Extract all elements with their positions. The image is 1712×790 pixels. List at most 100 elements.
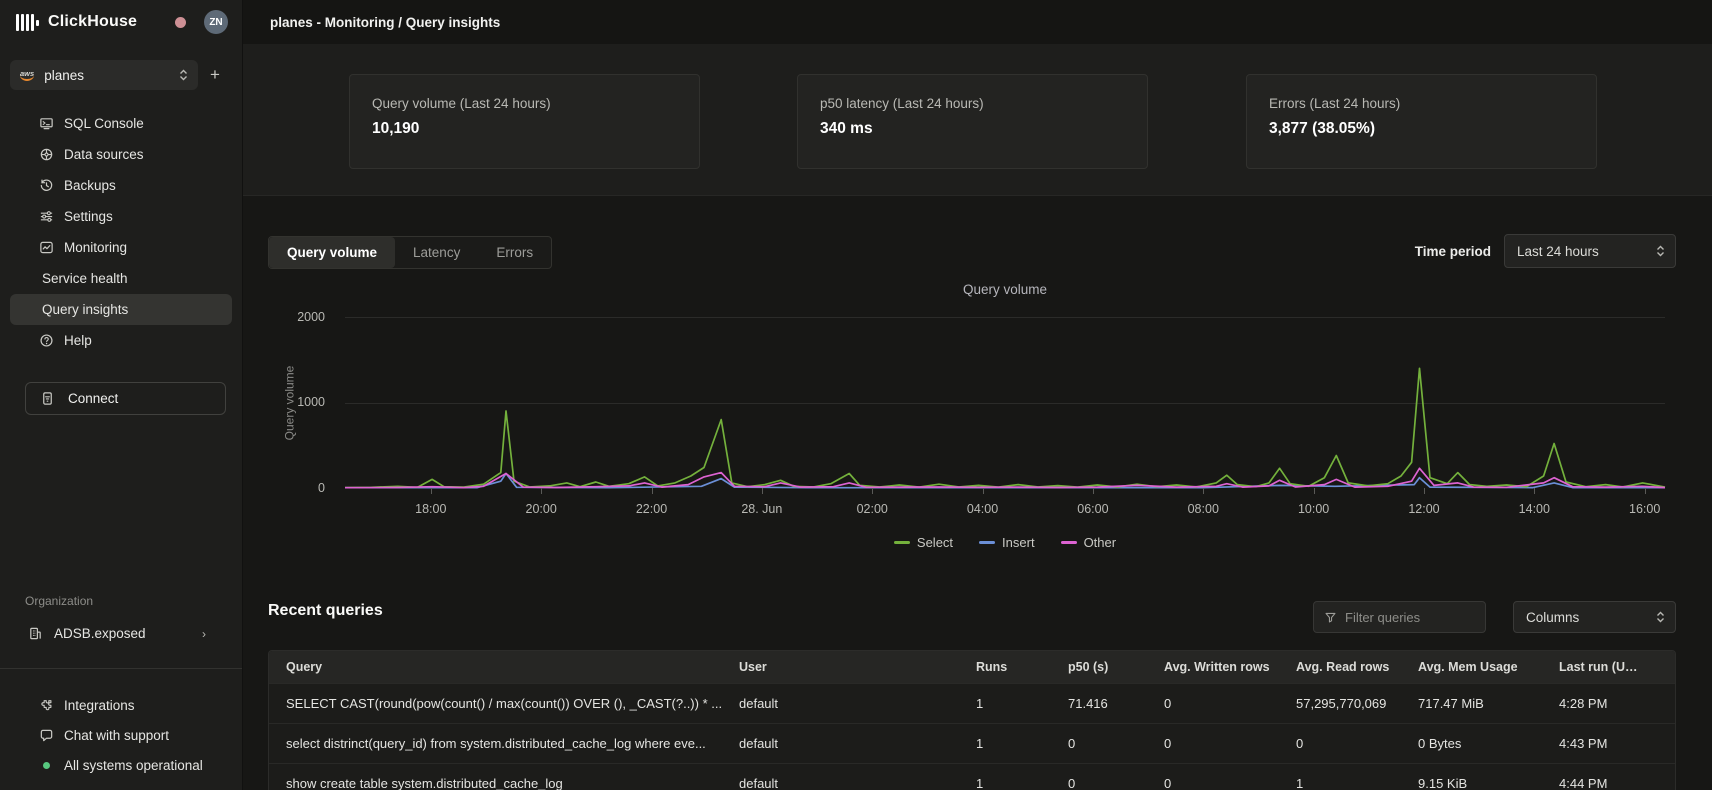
x-tick-mark bbox=[1093, 488, 1094, 494]
cell-written: 0 bbox=[1164, 736, 1296, 751]
filter-queries-input[interactable] bbox=[1345, 610, 1475, 625]
cell-written: 0 bbox=[1164, 776, 1296, 790]
column-header-last-run-utc[interactable]: Last run (UTC)⌃ bbox=[1559, 660, 1658, 674]
time-period-select[interactable]: Last 24 hours bbox=[1504, 234, 1676, 268]
tab-errors[interactable]: Errors bbox=[478, 237, 551, 268]
cell-user: default bbox=[739, 696, 976, 711]
table-row[interactable]: show create table system.distributed_cac… bbox=[269, 763, 1675, 790]
chart-tabs: Query volumeLatencyErrors bbox=[268, 236, 552, 269]
service-name: planes bbox=[44, 68, 179, 83]
x-tick-mark bbox=[431, 488, 432, 494]
x-tick-mark bbox=[1424, 488, 1425, 494]
cell-runs: 1 bbox=[976, 696, 1068, 711]
cell-user: default bbox=[739, 776, 976, 790]
sidebar-item-help[interactable]: Help bbox=[10, 325, 232, 356]
aws-icon: aws bbox=[20, 69, 34, 81]
sidebar-item-settings[interactable]: Settings bbox=[10, 201, 232, 232]
sidebar-menu: SQL Console Data sourcesBackupsSettingsMo… bbox=[0, 108, 242, 356]
service-selector[interactable]: aws planes bbox=[10, 60, 198, 90]
integrations-icon bbox=[38, 697, 54, 713]
column-header-user[interactable]: User bbox=[739, 660, 976, 674]
sidebar-item-label: SQL Console bbox=[64, 116, 144, 131]
x-tick-mark bbox=[1314, 488, 1315, 494]
legend-item-select[interactable]: Select bbox=[894, 535, 953, 550]
table-row[interactable]: SELECT CAST(round(pow(count() / max(coun… bbox=[269, 683, 1675, 723]
columns-select[interactable]: Columns bbox=[1513, 601, 1676, 633]
sidebar-item-backups[interactable]: Backups bbox=[10, 170, 232, 201]
main-area: planes - Monitoring / Query insights Que… bbox=[243, 0, 1712, 790]
tab-query-volume[interactable]: Query volume bbox=[269, 237, 395, 268]
x-tick-label: 28. Jun bbox=[741, 502, 782, 516]
stat-card-value: 340 ms bbox=[820, 120, 1125, 138]
cell-last_run: 4:43 PM bbox=[1559, 736, 1658, 751]
cell-mem: 717.47 MiB bbox=[1418, 696, 1559, 711]
x-tick-label: 06:00 bbox=[1077, 502, 1108, 516]
filter-queries-box[interactable] bbox=[1313, 601, 1486, 633]
cell-last_run: 4:44 PM bbox=[1559, 776, 1658, 790]
sidebar-item-data-sources[interactable]: Data sources bbox=[10, 139, 232, 170]
column-header-runs[interactable]: Runs bbox=[976, 660, 1068, 674]
table-header-row: QueryUserRunsp50 (s)Avg. Written rowsAvg… bbox=[269, 651, 1675, 683]
x-tick-mark bbox=[1203, 488, 1204, 494]
sidebar-item-sql-console[interactable]: SQL Console bbox=[10, 108, 232, 139]
cell-read: 0 bbox=[1296, 736, 1418, 751]
series-line-other bbox=[345, 468, 1665, 487]
recent-queries-table: QueryUserRunsp50 (s)Avg. Written rowsAvg… bbox=[268, 650, 1676, 790]
stat-card-1: p50 latency (Last 24 hours)340 ms bbox=[797, 74, 1148, 169]
filter-funnel-icon bbox=[1324, 611, 1337, 624]
sidebar-footer-item-integrations[interactable]: Integrations bbox=[10, 690, 232, 720]
legend-item-other[interactable]: Other bbox=[1061, 535, 1117, 550]
sidebar-item-label: Service health bbox=[42, 271, 128, 286]
x-tick-mark bbox=[1645, 488, 1646, 494]
connect-icon bbox=[40, 391, 56, 407]
organization-switcher[interactable]: ADSB.exposed › bbox=[10, 618, 232, 649]
sidebar-footer-label: Chat with support bbox=[64, 728, 169, 743]
column-header-query[interactable]: Query bbox=[286, 660, 739, 674]
x-tick-label: 10:00 bbox=[1298, 502, 1329, 516]
legend-item-insert[interactable]: Insert bbox=[979, 535, 1035, 550]
building-icon bbox=[28, 626, 44, 642]
cell-query: SELECT CAST(round(pow(count() / max(coun… bbox=[286, 696, 739, 711]
x-tick-label: 18:00 bbox=[415, 502, 446, 516]
legend-label: Select bbox=[917, 535, 953, 550]
brand-row: ClickHouse ZN bbox=[0, 0, 242, 44]
x-tick-mark bbox=[762, 488, 763, 494]
organization-name: ADSB.exposed bbox=[54, 626, 146, 641]
sidebar-item-query-insights[interactable]: Query insights bbox=[10, 294, 232, 325]
columns-label: Columns bbox=[1526, 610, 1579, 625]
app-window: ClickHouse ZN aws planes + SQL Console Da… bbox=[0, 0, 1712, 790]
add-service-button[interactable]: + bbox=[198, 65, 232, 85]
tab-latency[interactable]: Latency bbox=[395, 237, 478, 268]
stat-card-2: Errors (Last 24 hours)3,877 (38.05%) bbox=[1246, 74, 1597, 169]
table-row[interactable]: select distrinct(query_id) from system.d… bbox=[269, 723, 1675, 763]
column-header-avg-mem-usage[interactable]: Avg. Mem Usage bbox=[1418, 660, 1559, 674]
sidebar-item-service-health[interactable]: Service health bbox=[10, 263, 232, 294]
avatar[interactable]: ZN bbox=[204, 10, 228, 34]
query-volume-chart[interactable]: 18:0020:0022:0028. Jun02:0004:0006:0008:… bbox=[345, 317, 1665, 488]
brand-name: ClickHouse bbox=[48, 13, 175, 31]
chat-icon bbox=[38, 727, 54, 743]
column-header-p50-s[interactable]: p50 (s) bbox=[1068, 660, 1164, 674]
breadcrumb: planes - Monitoring / Query insights bbox=[270, 15, 500, 30]
cell-runs: 1 bbox=[976, 776, 1068, 790]
sidebar-footer-item-all-systems-operational[interactable]: All systems operational bbox=[10, 750, 232, 780]
sidebar-footer-item-chat-with-support[interactable]: Chat with support bbox=[10, 720, 232, 750]
clickhouse-logo-icon bbox=[16, 14, 39, 31]
status-dot bbox=[38, 757, 54, 773]
data-sources-icon bbox=[38, 147, 54, 163]
notification-dot-icon[interactable] bbox=[175, 17, 186, 28]
chevron-right-icon: › bbox=[202, 627, 206, 641]
legend-swatch-icon bbox=[1061, 541, 1077, 544]
connect-button[interactable]: Connect bbox=[25, 382, 226, 415]
x-tick-mark bbox=[983, 488, 984, 494]
sidebar-footer: Integrations Chat with support All systems… bbox=[0, 690, 242, 780]
chart-title: Query volume bbox=[345, 282, 1665, 297]
column-header-avg-read-rows[interactable]: Avg. Read rows bbox=[1296, 660, 1418, 674]
legend-label: Other bbox=[1084, 535, 1117, 550]
chevron-up-down-icon bbox=[1656, 610, 1665, 624]
sidebar-item-label: Query insights bbox=[42, 302, 128, 317]
column-header-avg-written-rows[interactable]: Avg. Written rows bbox=[1164, 660, 1296, 674]
ytick-0: 0 bbox=[270, 481, 325, 495]
sidebar-item-monitoring[interactable]: Monitoring bbox=[10, 232, 232, 263]
x-tick-label: 16:00 bbox=[1629, 502, 1660, 516]
